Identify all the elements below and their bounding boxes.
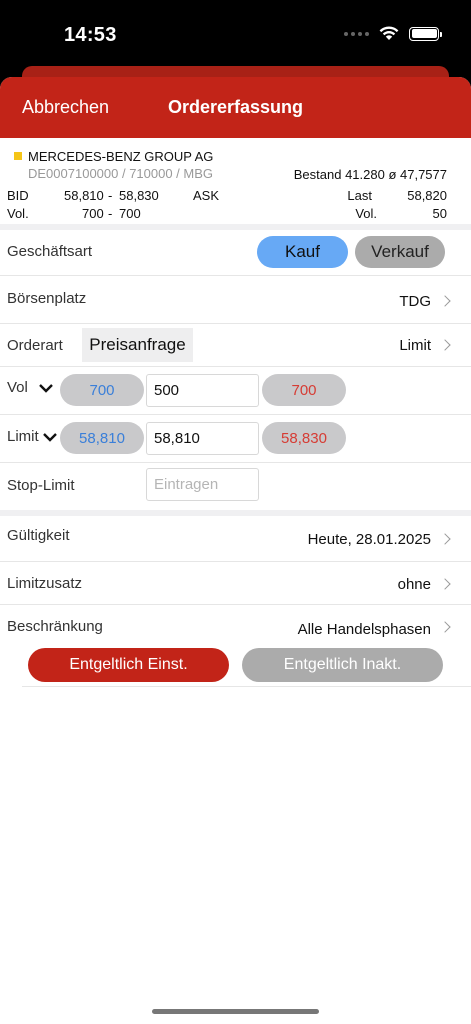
- buy-button[interactable]: Kauf: [257, 236, 348, 268]
- row-gueltigkeit[interactable]: Gültigkeit Heute, 28.01.2025: [0, 516, 471, 562]
- page-title: Ordererfassung: [0, 97, 471, 118]
- geschaeftsart-label: Geschäftsart: [7, 243, 93, 260]
- beschraenkung-label: Beschränkung: [7, 618, 103, 635]
- ask-price: 58,830: [119, 188, 159, 203]
- limit-bid-button[interactable]: 58,810: [60, 422, 144, 454]
- chevron-right-icon: [439, 339, 451, 351]
- last-label: Last: [347, 188, 372, 203]
- volume-ask-button[interactable]: 700: [262, 374, 346, 406]
- nav-bar: Abbrechen Ordererfassung: [0, 77, 471, 138]
- orderart-value: Limit: [399, 337, 431, 354]
- volume-label: Vol.: [7, 206, 29, 221]
- gueltigkeit-label: Gültigkeit: [7, 527, 70, 544]
- beschraenkung-value: Alle Handelsphasen: [297, 621, 431, 638]
- instrument-marker-icon: [14, 152, 22, 160]
- chevron-down-icon[interactable]: [42, 429, 58, 445]
- chevron-right-icon: [439, 578, 451, 590]
- wifi-icon: [379, 26, 399, 41]
- bid-label: BID: [7, 188, 29, 203]
- orderart-label: Orderart: [7, 337, 63, 354]
- status-bar: 14:53: [0, 0, 471, 66]
- status-icons: [344, 26, 442, 41]
- volume-input[interactable]: [146, 374, 259, 407]
- submit-order-button[interactable]: Entgeltlich Einst.: [28, 648, 229, 682]
- last-volume: 50: [432, 206, 447, 221]
- instrument-isin: DE0007100000 / 710000 / MBG: [28, 166, 214, 181]
- limit-input[interactable]: [146, 422, 259, 455]
- row-limit: Limit 58,810 58,830: [0, 415, 471, 463]
- quote-separator: -: [108, 188, 113, 203]
- battery-icon: [409, 26, 442, 41]
- row-stoplimit: Stop-Limit: [0, 463, 471, 510]
- page-title-text: Ordererfassung: [167, 97, 304, 117]
- row-beschraenkung[interactable]: Beschränkung Alle Handelsphasen: [0, 605, 471, 649]
- price-request-button[interactable]: Preisanfrage: [82, 328, 193, 362]
- stoplimit-label: Stop-Limit: [7, 477, 75, 494]
- limit-field-label: Limit: [7, 428, 39, 445]
- order-sheet: Abbrechen Ordererfassung MERCEDES-BENZ G…: [0, 77, 471, 1024]
- boersenplatz-label: Börsenplatz: [7, 290, 87, 307]
- status-time: 14:53: [64, 24, 117, 46]
- divider: [22, 686, 471, 687]
- ask-volume: 700: [119, 206, 141, 221]
- inactive-order-button[interactable]: Entgeltlich Inakt.: [242, 648, 443, 682]
- signal-icon: [344, 31, 369, 36]
- sell-button[interactable]: Verkauf: [355, 236, 445, 268]
- home-indicator: [152, 1009, 319, 1014]
- limit-ask-button[interactable]: 58,830: [262, 422, 346, 454]
- chevron-right-icon: [439, 621, 451, 633]
- stoplimit-input[interactable]: [146, 468, 259, 501]
- gueltigkeit-value: Heute, 28.01.2025: [307, 531, 431, 548]
- volume-separator: -: [108, 206, 113, 221]
- holding-info: Bestand 41.280 ø 47,7577: [293, 167, 447, 182]
- last-volume-label: Vol.: [355, 206, 377, 221]
- chevron-down-icon[interactable]: [38, 380, 54, 396]
- volume-field-label: Vol: [7, 379, 28, 396]
- row-orderart[interactable]: Orderart Preisanfrage Limit: [0, 324, 471, 367]
- instrument-name: MERCEDES-BENZ GROUP AG: [28, 149, 214, 164]
- limitzusatz-value: ohne: [397, 576, 431, 593]
- row-boersenplatz[interactable]: Börsenplatz TDG: [0, 276, 471, 324]
- last-price: 58,820: [407, 188, 447, 203]
- row-limitzusatz[interactable]: Limitzusatz ohne: [0, 562, 471, 605]
- ask-label: ASK: [193, 188, 220, 203]
- row-volume: Vol 700 700: [0, 367, 471, 415]
- bid-volume: 700: [82, 206, 104, 221]
- chevron-right-icon: [439, 533, 451, 545]
- instrument-header: MERCEDES-BENZ GROUP AG DE0007100000 / 71…: [0, 138, 471, 224]
- bid-price: 58,810: [64, 188, 104, 203]
- row-geschaeftsart: Geschäftsart Kauf Verkauf: [0, 230, 471, 276]
- limitzusatz-label: Limitzusatz: [7, 575, 83, 592]
- volume-bid-button[interactable]: 700: [60, 374, 144, 406]
- boersenplatz-value: TDG: [399, 293, 431, 310]
- chevron-right-icon: [439, 295, 451, 307]
